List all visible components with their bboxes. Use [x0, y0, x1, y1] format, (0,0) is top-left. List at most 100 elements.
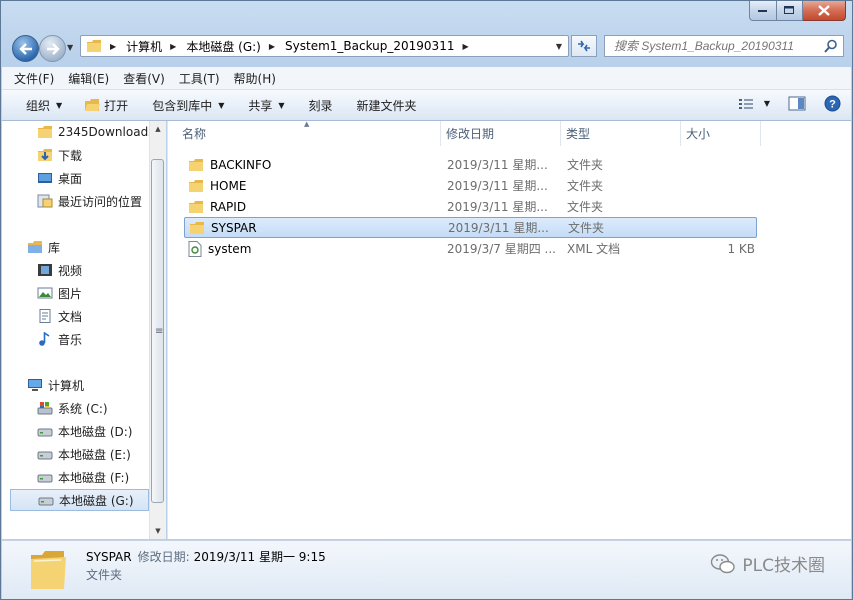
folder-icon — [188, 179, 204, 193]
explorer-window: ▼ ▶ 计算机 ▶ 本地磁盘 (G:) ▶ System1_Backup_201… — [0, 0, 853, 600]
nav-item-label: 本地磁盘 (D:) — [58, 424, 133, 439]
organize-button[interactable]: 组织 ▼ — [26, 97, 62, 114]
scroll-down-arrow[interactable]: ▼ — [150, 523, 166, 539]
file-name-cell: HOME — [188, 175, 246, 196]
file-type: 文件夹 — [567, 158, 604, 172]
chevron-down-icon: ▼ — [278, 100, 285, 110]
breadcrumb-current-folder[interactable]: System1_Backup_20190311 — [285, 39, 454, 53]
column-header-type[interactable]: 类型 — [561, 121, 681, 146]
nav-item-libraries[interactable]: 库 — [27, 236, 149, 258]
breadcrumb-separator[interactable]: ▶ — [269, 42, 275, 51]
menu-view[interactable]: 查看(V) — [123, 70, 165, 87]
nav-item-drive-g[interactable]: 本地磁盘 (G:) — [10, 489, 149, 511]
preview-pane-icon[interactable] — [788, 96, 806, 111]
column-header-date[interactable]: 修改日期 — [441, 121, 561, 146]
menu-tools[interactable]: 工具(T) — [179, 70, 220, 87]
nav-item-downloads[interactable]: 下载 — [37, 144, 149, 166]
nav-item-drive-c[interactable]: 系统 (C:) — [37, 397, 149, 419]
nav-item-drive-f[interactable]: 本地磁盘 (F:) — [37, 466, 149, 488]
open-label: 打开 — [104, 98, 129, 113]
navigation-scrollbar[interactable]: ▲ ≡ ▼ — [149, 121, 166, 539]
file-type: 文件夹 — [567, 179, 604, 193]
breadcrumb-computer[interactable]: 计算机 — [126, 38, 162, 55]
arrow-right-icon — [46, 42, 60, 55]
file-type: XML 文档 — [567, 242, 621, 256]
scrollbar-thumb[interactable]: ≡ — [151, 159, 164, 503]
nav-item-recent-places[interactable]: 最近访问的位置 — [37, 190, 149, 212]
refresh-icon — [578, 40, 590, 52]
open-button[interactable]: 打开 — [84, 97, 128, 114]
breadcrumb-separator[interactable]: ▶ — [462, 42, 468, 51]
nav-item-computer[interactable]: 计算机 — [27, 374, 149, 396]
search-box[interactable] — [604, 35, 844, 57]
maximize-icon — [784, 6, 794, 14]
desktop-icon — [37, 170, 53, 186]
nav-item-music[interactable]: 音乐 — [37, 328, 149, 350]
breadcrumb-drive-g[interactable]: 本地磁盘 (G:) — [186, 38, 261, 55]
column-header-size[interactable]: 大小 — [681, 121, 761, 146]
menu-bar: 文件(F) 编辑(E) 查看(V) 工具(T) 帮助(H) — [2, 67, 851, 90]
minimize-button[interactable] — [749, 1, 777, 21]
maximize-button[interactable] — [777, 1, 803, 21]
column-header-name[interactable]: ▲ 名称 — [168, 120, 441, 146]
address-history-dropdown[interactable]: ▼ — [556, 42, 562, 51]
breadcrumb-separator[interactable]: ▶ — [170, 42, 176, 51]
menu-edit[interactable]: 编辑(E) — [68, 70, 109, 87]
menu-help[interactable]: 帮助(H) — [234, 70, 276, 87]
column-header-label: 修改日期 — [446, 127, 495, 141]
file-date: 2019/3/11 星期... — [447, 158, 548, 172]
file-row[interactable]: BACKINFO 2019/3/11 星期... 文件夹 — [184, 154, 757, 175]
download-folder-icon — [37, 147, 53, 163]
forward-button[interactable] — [39, 35, 66, 62]
folder-icon — [87, 40, 101, 52]
pictures-library-icon — [37, 285, 53, 301]
scroll-up-arrow[interactable]: ▲ — [150, 121, 166, 137]
file-type: 文件夹 — [567, 200, 604, 214]
burn-button[interactable]: 刻录 — [309, 97, 333, 114]
address-bar[interactable]: ▶ 计算机 ▶ 本地磁盘 (G:) ▶ System1_Backup_20190… — [80, 35, 569, 57]
menu-file[interactable]: 文件(F) — [14, 70, 54, 87]
computer-icon — [27, 377, 43, 393]
nav-item-videos[interactable]: 视频 — [37, 259, 149, 281]
file-name: RAPID — [210, 199, 247, 214]
nav-item-desktop[interactable]: 桌面 — [37, 167, 149, 189]
back-button[interactable] — [12, 35, 39, 62]
file-row-selected[interactable]: SYSPAR 2019/3/11 星期... 文件夹 — [184, 217, 757, 238]
details-name: SYSPAR — [86, 550, 132, 564]
close-button[interactable] — [803, 1, 846, 21]
nav-item-label: 图片 — [58, 286, 83, 301]
new-folder-button[interactable]: 新建文件夹 — [357, 97, 417, 114]
file-name-cell: RAPID — [188, 196, 246, 217]
file-list: ▲ 名称 修改日期 类型 大小 BACKINFO 2019/3/11 星期...… — [167, 120, 851, 539]
file-row[interactable]: RAPID 2019/3/11 星期... 文件夹 — [184, 196, 757, 217]
include-in-library-button[interactable]: 包含到库中 ▼ — [152, 97, 224, 114]
file-row[interactable]: system 2019/3/7 星期四 ... XML 文档 1 KB — [184, 238, 757, 259]
view-dropdown-arrow[interactable]: ▼ — [764, 99, 770, 108]
file-type: 文件夹 — [568, 221, 605, 235]
share-button[interactable]: 共享 ▼ — [248, 97, 284, 114]
nav-item-drive-d[interactable]: 本地磁盘 (D:) — [37, 420, 149, 442]
search-icon[interactable] — [824, 39, 838, 53]
refresh-button[interactable] — [571, 35, 597, 57]
nav-item-label: 系统 (C:) — [58, 401, 108, 416]
folder-icon — [31, 551, 66, 589]
file-name: BACKINFO — [210, 157, 272, 172]
search-input[interactable] — [612, 38, 821, 54]
recent-pages-dropdown[interactable]: ▼ — [67, 43, 73, 52]
help-icon[interactable]: ? — [824, 95, 841, 112]
burn-label: 刻录 — [308, 98, 333, 113]
nav-item-label: 库 — [48, 240, 61, 255]
nav-item-2345downloads[interactable]: 2345Downloads — [37, 121, 149, 143]
nav-item-pictures[interactable]: 图片 — [37, 282, 149, 304]
folder-icon — [37, 124, 53, 140]
nav-item-label: 文档 — [58, 309, 83, 324]
chevron-down-icon: ▼ — [56, 100, 63, 110]
library-icon — [27, 239, 43, 255]
nav-item-documents[interactable]: 文档 — [37, 305, 149, 327]
nav-item-label: 音乐 — [58, 332, 83, 347]
file-row[interactable]: HOME 2019/3/11 星期... 文件夹 — [184, 175, 757, 196]
nav-item-drive-e[interactable]: 本地磁盘 (E:) — [37, 443, 149, 465]
video-library-icon — [37, 262, 53, 278]
view-options-icon[interactable] — [738, 97, 754, 111]
nav-item-label: 下载 — [58, 148, 83, 163]
